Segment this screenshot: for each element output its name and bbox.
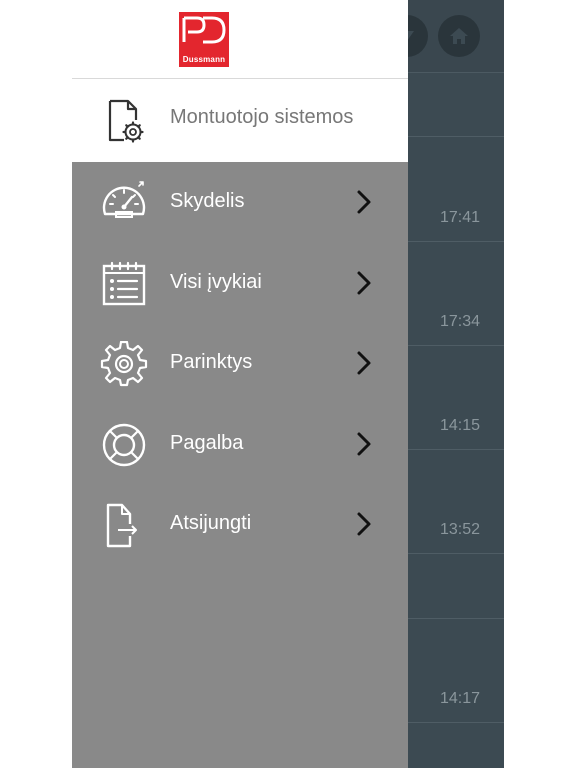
menu-item-label: Visi įvykiai [170, 271, 262, 293]
logout-icon [106, 503, 137, 548]
home-button[interactable] [438, 15, 480, 57]
brand-name: Dussmann [182, 55, 226, 64]
drawer-header: Dussmann Montuotojo sistemos [72, 0, 408, 162]
dussmann-logo: Dussmann [179, 12, 229, 67]
installer-systems-label: Montuotojo sistemos [170, 106, 354, 128]
speedometer-icon [102, 181, 146, 218]
menu-item-label: Pagalba [170, 432, 244, 454]
file-settings-icon [108, 99, 144, 143]
event-time: 13:52 [439, 521, 480, 538]
lifebuoy-icon [102, 423, 146, 467]
menu-item-help[interactable]: Pagalba [72, 404, 408, 484]
logo-mark-icon [182, 16, 226, 44]
chevron-right-icon [357, 351, 371, 375]
menu-item-label: Atsijungti [170, 512, 252, 534]
menu-item-label: Parinktys [170, 351, 253, 373]
chevron-right-icon [357, 271, 371, 295]
right-margin [504, 0, 576, 768]
home-icon [450, 28, 468, 44]
screen: 17:41 17:34 14:15 13:52 14:17 Dussmann M… [0, 0, 576, 768]
installer-systems-item[interactable]: Montuotojo sistemos [72, 79, 408, 162]
event-time: 17:41 [439, 209, 480, 226]
calendar-list-icon [102, 261, 146, 306]
chevron-right-icon [357, 432, 371, 456]
menu-item-label: Skydelis [170, 190, 245, 212]
chevron-right-icon [357, 190, 371, 214]
menu-item-dashboard[interactable]: Skydelis [72, 162, 408, 242]
menu-item-settings[interactable]: Parinktys [72, 323, 408, 403]
gear-icon [100, 341, 148, 387]
chevron-right-icon [357, 512, 371, 536]
navigation-drawer: Dussmann Montuotojo sistemos Skydelis Vi… [72, 0, 408, 768]
event-time: 17:34 [439, 313, 480, 330]
menu-item-all-events[interactable]: Visi įvykiai [72, 243, 408, 323]
event-time: 14:15 [439, 417, 480, 434]
menu-item-logout[interactable]: Atsijungti [72, 484, 408, 564]
event-time: 14:17 [439, 690, 480, 707]
